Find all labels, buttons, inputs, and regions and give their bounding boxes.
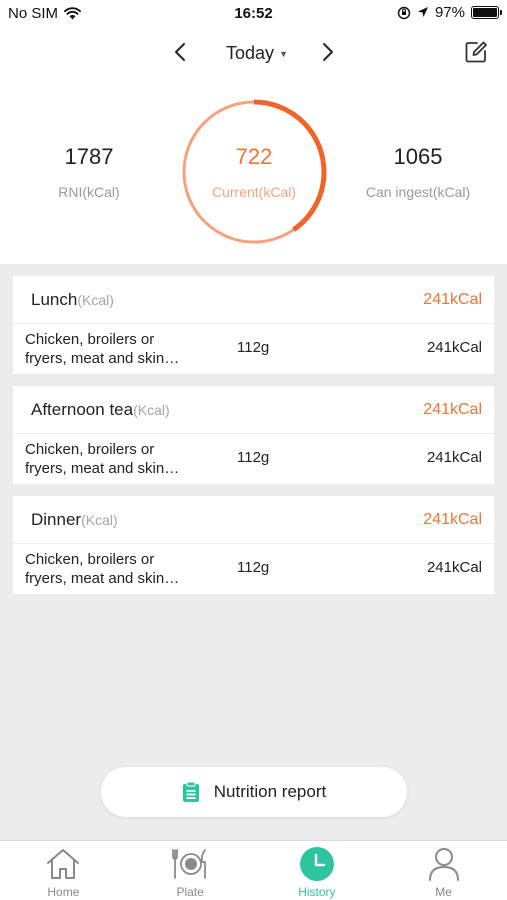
meal-card-lunch: Lunch(Kcal) 241kCal Chicken, broilers or… [13, 276, 494, 374]
summary-panel: No SIM 16:52 97% Today ▼ 1787 RNI(kCal) … [0, 0, 507, 264]
food-calories: 241kCal [426, 339, 482, 356]
tab-bar: Home Plate History Me [0, 840, 507, 900]
tab-home[interactable]: Home [0, 841, 127, 900]
rni-label: RNI(kCal) [58, 184, 120, 200]
tab-label: Home [47, 885, 80, 899]
meal-header[interactable]: Afternoon tea(Kcal) 241kCal [13, 386, 494, 434]
ring-center: 722 Current(kCal) [181, 144, 327, 200]
food-name-line2: fryers, meat and skin… [25, 350, 180, 367]
plate-icon [172, 849, 207, 879]
meal-card-dinner: Dinner(Kcal) 241kCal Chicken, broilers o… [13, 496, 494, 594]
location-icon [417, 7, 428, 17]
food-name: Chicken, broilers or fryers, meat and sk… [25, 330, 215, 368]
current-value: 722 [235, 144, 273, 169]
chevron-left-icon [175, 43, 185, 61]
meal-name: Afternoon tea [31, 400, 134, 419]
meal-header[interactable]: Dinner(Kcal) 241kCal [13, 496, 494, 544]
meal-name: Lunch [31, 290, 78, 309]
food-name-line2: fryers, meat and skin… [25, 570, 180, 587]
meal-name: Dinner [31, 510, 82, 529]
caret-down-icon: ▼ [279, 49, 288, 59]
food-name-line1: Chicken, broilers or [25, 441, 155, 458]
food-name-line1: Chicken, broilers or [25, 331, 155, 348]
orientation-lock-icon [397, 6, 411, 19]
food-calories: 241kCal [426, 559, 482, 576]
person-icon [428, 848, 459, 881]
status-bar: No SIM 16:52 97% [0, 0, 507, 28]
can-ingest-value: 1065 [393, 144, 443, 169]
status-right: 97% [397, 4, 502, 21]
rni-stat: 1787 RNI(kCal) [29, 144, 149, 200]
food-name-line2: fryers, meat and skin… [25, 460, 180, 477]
meal-header[interactable]: Lunch(Kcal) 241kCal [13, 276, 494, 324]
food-item-row[interactable]: Chicken, broilers or fryers, meat and sk… [13, 434, 494, 484]
tab-history[interactable]: History [254, 841, 381, 900]
chevron-right-icon [323, 43, 333, 61]
food-weight: 112g [237, 559, 270, 576]
tab-plate[interactable]: Plate [127, 841, 254, 900]
home-icon [47, 849, 80, 879]
date-label: Today [226, 42, 275, 63]
clipboard-icon [182, 781, 199, 802]
date-selector[interactable]: Today ▼ [214, 40, 300, 66]
date-navigation: Today ▼ [0, 34, 507, 70]
rni-value: 1787 [64, 144, 114, 169]
meal-total: 241kCal [423, 511, 482, 528]
food-name: Chicken, broilers or fryers, meat and sk… [25, 440, 215, 478]
previous-day-button[interactable] [166, 38, 194, 66]
food-item-row[interactable]: Chicken, broilers or fryers, meat and sk… [13, 544, 494, 594]
carrier-label: No SIM [8, 5, 59, 22]
wifi-icon [64, 7, 81, 20]
next-day-button[interactable] [314, 38, 342, 66]
tab-label: Me [435, 885, 452, 899]
food-calories: 241kCal [426, 449, 482, 466]
current-label: Current(kCal) [211, 184, 296, 200]
food-weight: 112g [237, 339, 270, 356]
food-name: Chicken, broilers or fryers, meat and sk… [25, 550, 215, 588]
edit-button[interactable] [462, 38, 490, 66]
food-weight: 112g [237, 449, 270, 466]
food-item-row[interactable]: Chicken, broilers or fryers, meat and sk… [13, 324, 494, 374]
edit-icon [465, 41, 487, 63]
calorie-ring: 722 Current(kCal) [181, 99, 327, 245]
meal-unit: (Kcal) [81, 512, 118, 528]
meal-card-afternoon-tea: Afternoon tea(Kcal) 241kCal Chicken, bro… [13, 386, 494, 484]
can-ingest-label: Can ingest(kCal) [365, 184, 471, 200]
nutrition-report-button[interactable]: Nutrition report [101, 767, 407, 817]
meal-unit: (Kcal) [133, 402, 170, 418]
food-name-line1: Chicken, broilers or [25, 551, 155, 568]
meal-unit: (Kcal) [77, 292, 114, 308]
carrier-group: No SIM [8, 5, 81, 22]
battery-icon [471, 6, 502, 19]
meal-total: 241kCal [423, 291, 482, 308]
tab-label: Plate [176, 885, 204, 899]
meal-total: 241kCal [423, 401, 482, 418]
can-ingest-stat: 1065 Can ingest(kCal) [348, 144, 488, 200]
battery-percent: 97% [434, 4, 465, 21]
tab-label: History [298, 885, 336, 899]
clock-icon [299, 847, 334, 881]
nutrition-report-label: Nutrition report [213, 782, 327, 801]
tab-me[interactable]: Me [380, 841, 507, 900]
